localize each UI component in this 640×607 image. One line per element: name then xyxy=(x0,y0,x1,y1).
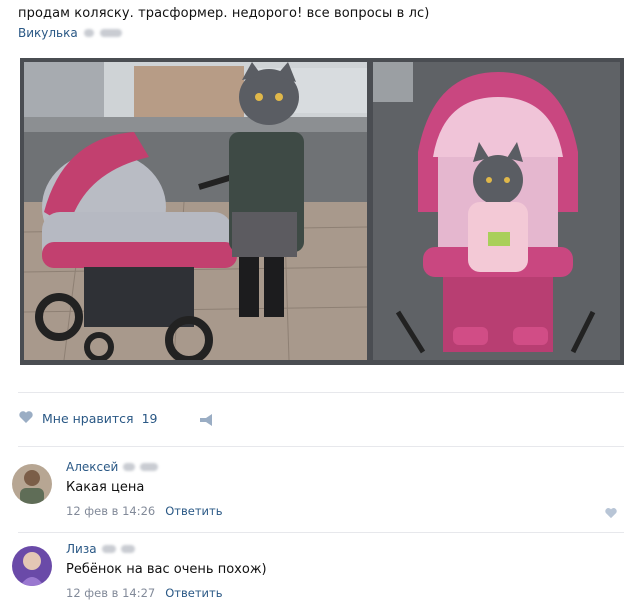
heart-icon[interactable] xyxy=(604,504,618,523)
reply-button[interactable]: Ответить xyxy=(165,504,222,518)
comment-meta: 12 фев в 14:27 Ответить xyxy=(66,586,222,600)
divider xyxy=(18,532,624,533)
comment-date[interactable]: 12 фев в 14:26 xyxy=(66,504,155,518)
blurred-surname xyxy=(99,29,122,37)
like-button[interactable]: Мне нравится 19 xyxy=(18,410,157,427)
blurred-surname xyxy=(83,29,94,37)
reply-button[interactable]: Ответить xyxy=(165,586,222,600)
photo-woman-with-stroller[interactable] xyxy=(24,62,367,360)
comment-author[interactable]: Алексей xyxy=(66,460,159,474)
blurred-surname xyxy=(120,545,135,553)
post-author-name[interactable]: Викулька xyxy=(18,26,78,40)
comment-author[interactable]: Лиза xyxy=(66,542,135,556)
comment-date[interactable]: 12 фев в 14:27 xyxy=(66,586,155,600)
photo-cat-in-stroller[interactable] xyxy=(373,62,620,360)
megaphone-share-icon[interactable] xyxy=(198,412,214,431)
comment-meta: 12 фев в 14:26 Ответить xyxy=(66,504,222,518)
comment-item: Лиза Ребёнок на вас очень похож) 12 фев … xyxy=(10,542,630,607)
avatar[interactable] xyxy=(12,464,52,504)
divider xyxy=(18,392,624,393)
blurred-surname xyxy=(101,545,116,553)
like-label: Мне нравится xyxy=(42,411,134,426)
blurred-surname xyxy=(140,463,159,471)
post-author-line: Викулька xyxy=(18,26,122,40)
comment-item: Алексей Какая цена 12 фев в 14:26 Ответи… xyxy=(10,460,630,530)
avatar[interactable] xyxy=(12,546,52,586)
post-photo-gallery xyxy=(20,58,624,365)
divider xyxy=(18,446,624,447)
like-count: 19 xyxy=(141,411,158,426)
blurred-surname xyxy=(123,463,136,471)
comment-text: Какая цена xyxy=(66,480,145,495)
comment-text: Ребёнок на вас очень похож) xyxy=(66,562,267,577)
post-text: продам коляску. трасформер. недорого! вс… xyxy=(18,6,430,21)
heart-icon xyxy=(18,410,34,427)
